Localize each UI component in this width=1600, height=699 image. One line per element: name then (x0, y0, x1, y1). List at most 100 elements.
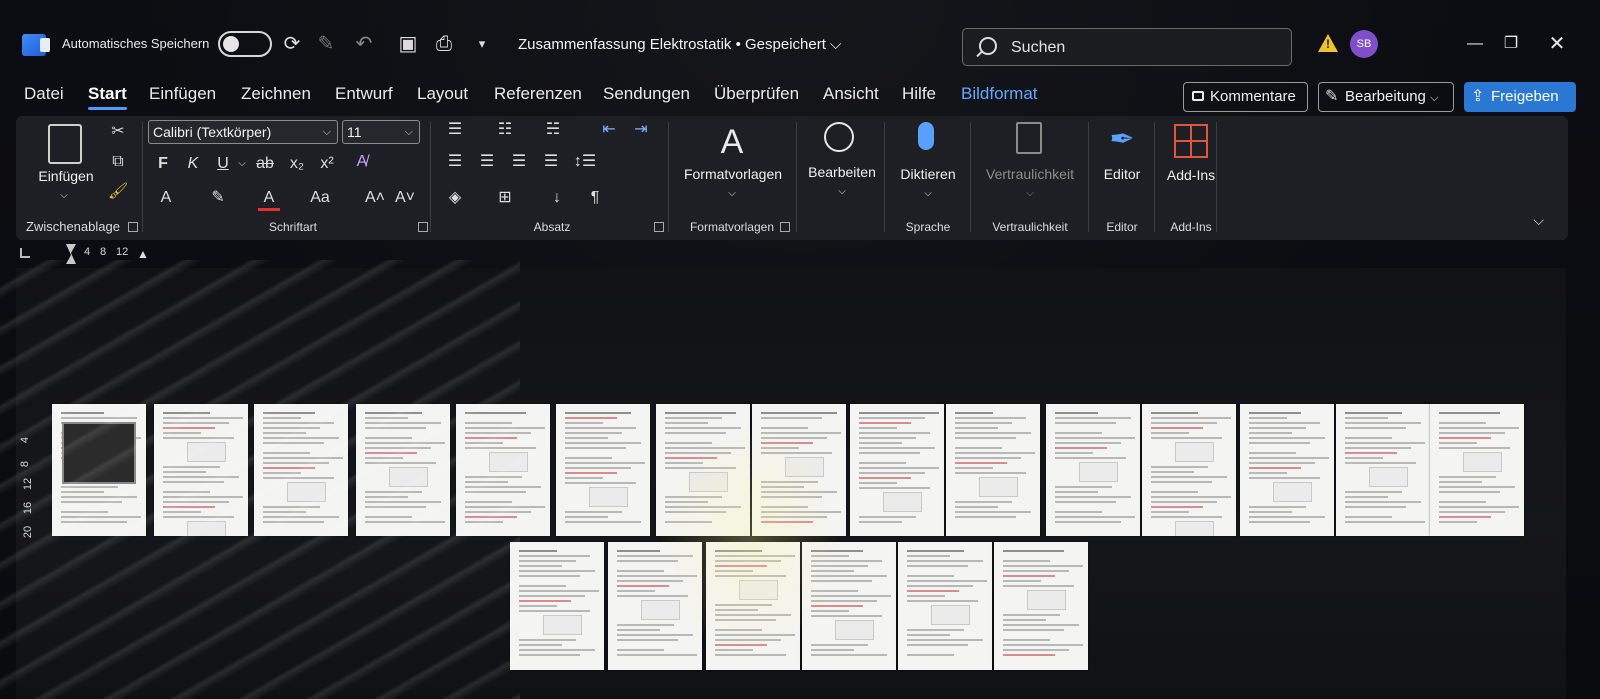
chevron-down-icon[interactable]: ⌵ (918, 184, 938, 204)
sensitivity-icon[interactable] (1016, 122, 1042, 154)
tab-ansicht[interactable]: Ansicht (823, 84, 879, 104)
grow-font-icon[interactable]: A˄ (364, 188, 386, 208)
page-thumbnail[interactable] (850, 404, 944, 536)
styles-button-label[interactable]: Formatvorlagen (674, 166, 792, 182)
tab-hilfe[interactable]: Hilfe (902, 84, 936, 104)
tab-referenzen[interactable]: Referenzen (494, 84, 582, 104)
page-thumbnail[interactable] (898, 542, 992, 670)
editor-button-label[interactable]: Editor (1090, 166, 1154, 182)
cut-icon[interactable]: ✂ (108, 122, 128, 142)
comments-button[interactable]: Kommentare (1183, 82, 1308, 112)
italic-button[interactable]: K (184, 154, 202, 174)
paste-label[interactable]: Einfügen (34, 168, 98, 184)
font-launcher-icon[interactable] (418, 222, 428, 232)
numbering-icon[interactable]: ☷ (492, 120, 518, 140)
page-thumbnail[interactable] (994, 542, 1088, 670)
right-indent-icon[interactable]: ▲ (136, 244, 150, 264)
tab-entwurf[interactable]: Entwurf (335, 84, 393, 104)
chevron-down-icon[interactable]: ⌵ (1020, 184, 1040, 204)
align-right-icon[interactable]: ☰ (506, 152, 532, 172)
show-formatting-icon[interactable]: ¶ (582, 188, 608, 208)
page-thumbnail[interactable] (1046, 404, 1140, 536)
pen-icon[interactable]: ✎ (312, 30, 340, 58)
page-thumbnail[interactable] (254, 404, 348, 536)
page-thumbnail[interactable] (510, 542, 604, 670)
microphone-icon[interactable] (918, 122, 934, 150)
close-icon[interactable]: ✕ (1542, 30, 1572, 58)
editor-icon[interactable]: ✒ (1106, 122, 1138, 158)
line-spacing-icon[interactable]: ↕☰ (570, 152, 600, 172)
styles-launcher-icon[interactable] (780, 222, 790, 232)
tab-bildformat[interactable]: Bildformat (961, 84, 1038, 104)
subscript-icon[interactable]: x₂ (286, 154, 308, 174)
page-thumbnail[interactable] (1240, 404, 1334, 536)
search-box[interactable] (962, 28, 1292, 66)
selected-image[interactable] (62, 422, 136, 484)
tab-start[interactable]: Start (88, 84, 127, 110)
clear-formatting-icon[interactable]: A̸ (350, 152, 374, 172)
format-painter-icon[interactable]: 🖌 (108, 182, 128, 202)
chevron-down-icon[interactable]: ⌵ (236, 154, 248, 174)
align-left-icon[interactable]: ☰ (442, 152, 468, 172)
page-thumbnail[interactable] (456, 404, 550, 536)
borders-icon[interactable]: ⊞ (492, 188, 518, 208)
tab-sendungen[interactable]: Sendungen (603, 84, 690, 104)
decrease-indent-icon[interactable]: ⇤ (596, 120, 622, 140)
addins-button-label[interactable]: Add-Ins (1166, 166, 1216, 184)
redo-circle-icon[interactable]: ⟳ (278, 30, 306, 58)
styles-icon[interactable]: A (714, 122, 750, 162)
strikethrough-button[interactable]: ab (252, 154, 278, 174)
document-canvas[interactable]: 4 8 12 16 20 (16, 268, 1566, 699)
paste-icon[interactable] (48, 124, 82, 164)
shrink-font-icon[interactable]: A˅ (394, 188, 416, 208)
minimize-icon[interactable]: — (1460, 30, 1490, 58)
dictate-button-label[interactable]: Diktieren (886, 166, 970, 182)
page-thumbnail[interactable] (706, 542, 800, 670)
save-icon[interactable]: ▣ (394, 30, 422, 58)
bullets-icon[interactable]: ☰ (442, 120, 468, 140)
shading-icon[interactable]: ◈ (442, 188, 468, 208)
copy-icon[interactable]: ⧉ (108, 152, 128, 172)
avatar[interactable]: SB (1350, 30, 1378, 58)
tab-zeichnen[interactable]: Zeichnen (241, 84, 311, 104)
editing-button-label[interactable]: Bearbeiten (800, 164, 884, 180)
warning-icon[interactable] (1318, 34, 1338, 52)
font-name-select[interactable]: Calibri (Textkörper) ⌵ (148, 120, 338, 144)
chevron-down-icon[interactable]: ⌵ (832, 182, 852, 202)
print-preview-icon[interactable]: ⎙ (430, 30, 458, 58)
page-thumbnail[interactable] (356, 404, 450, 536)
sensitivity-button-label[interactable]: Vertraulichkeit (972, 166, 1088, 182)
paragraph-launcher-icon[interactable] (654, 222, 664, 232)
justify-icon[interactable]: ☰ (538, 152, 564, 172)
text-effects-icon[interactable]: A (154, 188, 178, 208)
underline-button[interactable]: U (214, 154, 232, 174)
chevron-down-icon[interactable]: ⌵ (54, 186, 74, 206)
editing-mode-button[interactable]: ✎ Bearbeitung ⌵ (1318, 82, 1454, 112)
page-thumbnail[interactable] (1142, 404, 1236, 536)
superscript-icon[interactable]: x² (316, 154, 338, 174)
sort-icon[interactable]: ↓ (544, 188, 570, 208)
customize-toolbar-icon[interactable]: ▾ (468, 30, 496, 58)
page-thumbnail[interactable] (1336, 404, 1430, 536)
page-thumbnail[interactable] (154, 404, 248, 536)
font-size-select[interactable]: 11 ⌵ (342, 120, 420, 144)
page-thumbnail[interactable] (752, 404, 846, 536)
bold-button[interactable]: F (154, 154, 172, 174)
page-thumbnail[interactable] (946, 404, 1040, 536)
font-color-icon[interactable]: A (258, 188, 280, 211)
undo-icon[interactable]: ↶ (350, 30, 378, 58)
tab-ueberpruefen[interactable]: Überprüfen (714, 84, 799, 104)
change-case-button[interactable]: Aa (306, 188, 334, 208)
document-title[interactable]: Zusammenfassung Elektrostatik • Gespeich… (518, 36, 841, 53)
multilevel-list-icon[interactable]: ☵ (540, 120, 566, 140)
restore-icon[interactable]: ❐ (1496, 30, 1526, 58)
highlight-icon[interactable]: ✎ (206, 188, 230, 208)
page-thumbnail[interactable] (608, 542, 702, 670)
addins-icon[interactable] (1174, 124, 1208, 158)
search-input[interactable] (1009, 37, 1273, 59)
vertical-ruler[interactable]: 4 8 12 16 20 (19, 430, 42, 540)
tab-datei[interactable]: Datei (24, 84, 64, 104)
autosave-toggle[interactable] (218, 31, 272, 57)
share-button[interactable]: ⇪ Freigeben ⌵ (1464, 82, 1576, 132)
tab-stop-selector-icon[interactable] (20, 248, 30, 258)
